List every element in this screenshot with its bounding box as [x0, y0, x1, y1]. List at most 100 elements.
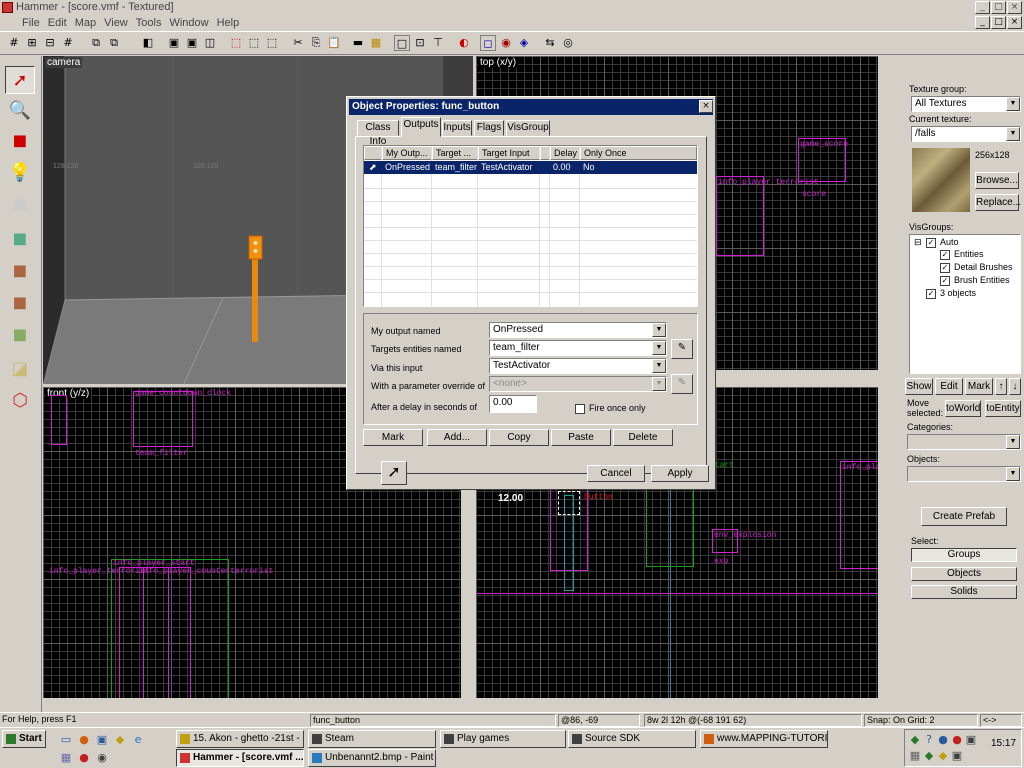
- visgroup-objects-check[interactable]: ✓: [926, 289, 936, 299]
- cut-icon[interactable]: ✂: [290, 35, 306, 51]
- visgroup-down-button[interactable]: ↓: [1009, 378, 1021, 395]
- quick-hide-icon[interactable]: ◫: [202, 35, 218, 51]
- col-header-delay[interactable]: Delay: [550, 146, 580, 160]
- mark-button[interactable]: Mark: [363, 429, 423, 446]
- texture-tool-icon[interactable]: ◼: [5, 224, 35, 252]
- task-steam[interactable]: Steam: [308, 730, 436, 748]
- ie-icon[interactable]: e: [130, 732, 146, 748]
- output-named-select[interactable]: OnPressed ▼: [489, 322, 667, 338]
- menu-view[interactable]: View: [104, 17, 128, 29]
- side-horizontal-scrollbar[interactable]: [476, 698, 890, 710]
- outputs-list[interactable]: My Outp... Target ... Target Input Delay…: [363, 145, 698, 307]
- dialog-close-button[interactable]: ×: [699, 100, 713, 113]
- apply-button[interactable]: Apply: [651, 465, 709, 482]
- texture-lock-icon[interactable]: ◧: [140, 35, 156, 51]
- task-source-sdk[interactable]: Source SDK: [568, 730, 696, 748]
- side-spawn-entity[interactable]: [840, 461, 880, 569]
- visgroup-entities-check[interactable]: ✓: [940, 250, 950, 260]
- flip-icon[interactable]: ◐: [456, 35, 472, 51]
- apply-texture-icon[interactable]: ◼: [5, 256, 35, 284]
- front-spawn-ct[interactable]: [143, 567, 191, 698]
- run-map-icon[interactable]: ◎: [560, 35, 576, 51]
- unhide-icon[interactable]: ▣: [184, 35, 200, 51]
- tab-flags[interactable]: Flags: [474, 120, 504, 136]
- task-akon[interactable]: 15. Akon - ghetto -21st - ...: [176, 730, 304, 748]
- texture-app-icon[interactable]: ▦: [368, 35, 384, 51]
- carve-icon[interactable]: ⧉: [88, 35, 104, 51]
- grid-icon[interactable]: #: [6, 35, 22, 51]
- col-header-input[interactable]: Target Input: [478, 146, 540, 160]
- doc-restore-button[interactable]: □: [991, 16, 1006, 29]
- tab-outputs[interactable]: Outputs: [401, 117, 441, 137]
- quicklaunch-icon-8[interactable]: ◉: [94, 750, 110, 766]
- clip-tool-icon[interactable]: ◪: [5, 354, 35, 382]
- visgroup-detail-check[interactable]: ✓: [940, 263, 950, 273]
- explorer-icon[interactable]: ▣: [94, 732, 110, 748]
- smartedit-icon[interactable]: ➚: [381, 461, 407, 485]
- visgroup-up-button[interactable]: ↑: [995, 378, 1007, 395]
- side-vertical-scrollbar[interactable]: [878, 387, 890, 698]
- overlay-tool-icon[interactable]: ◼: [5, 320, 35, 348]
- copy-button[interactable]: Copy: [489, 429, 549, 446]
- menu-file[interactable]: File: [22, 17, 40, 29]
- task-mapping-tutorial[interactable]: www.MAPPING-TUTORIA...: [700, 730, 828, 748]
- task-paint[interactable]: Unbenannt2.bmp - Paint: [308, 749, 436, 767]
- grid-smaller-icon[interactable]: ⊞: [24, 35, 40, 51]
- menu-tools[interactable]: Tools: [136, 17, 162, 29]
- show-desktop-icon[interactable]: ▭: [58, 732, 74, 748]
- create-prefab-button[interactable]: Create Prefab: [921, 507, 1007, 526]
- tools-icon[interactable]: ⊤: [430, 35, 446, 51]
- replace-button[interactable]: Replace...: [975, 194, 1021, 211]
- doc-close-button[interactable]: ×: [1007, 16, 1022, 29]
- fire-once-checkbox[interactable]: [575, 404, 585, 414]
- to-entity-button[interactable]: toEntity: [985, 400, 1021, 417]
- side-brush[interactable]: [646, 487, 694, 567]
- col-header-output[interactable]: My Outp...: [382, 146, 432, 160]
- winamp-icon[interactable]: ◆: [112, 732, 128, 748]
- browse-button[interactable]: Browse...: [975, 172, 1019, 189]
- paste-icon[interactable]: 📋: [326, 35, 342, 51]
- grid-toggle-icon[interactable]: #: [60, 35, 76, 51]
- firefox-icon[interactable]: ●: [76, 732, 92, 748]
- menu-edit[interactable]: Edit: [48, 17, 67, 29]
- maximize-button[interactable]: □: [991, 1, 1006, 14]
- magnify-tool-icon[interactable]: 🔍: [5, 96, 35, 124]
- select-groups-button[interactable]: Groups: [911, 548, 1017, 562]
- eyedropper-target-icon[interactable]: ✎: [671, 339, 693, 359]
- quicklaunch-icon-7[interactable]: ●: [76, 750, 92, 766]
- map-info-icon[interactable]: ⇆: [542, 35, 558, 51]
- quicklaunch-icon-6[interactable]: ▦: [58, 750, 74, 766]
- entity-report-icon[interactable]: ◉: [498, 35, 514, 51]
- cancel-button[interactable]: Cancel: [587, 465, 645, 482]
- tray-icon-9[interactable]: ▣: [949, 748, 965, 764]
- texture-group-select[interactable]: All Textures ▼: [911, 96, 1021, 112]
- front-entity-left[interactable]: [51, 395, 67, 445]
- solid-icon[interactable]: ▬: [350, 35, 366, 51]
- decal-tool-icon[interactable]: ◼: [5, 288, 35, 316]
- cordon-icon[interactable]: ⬚: [228, 35, 244, 51]
- paste-button[interactable]: Paste: [551, 429, 611, 446]
- add-button[interactable]: Add...: [427, 429, 487, 446]
- close-button[interactable]: ×: [1007, 1, 1022, 14]
- cordon-edit-icon[interactable]: ⬚: [246, 35, 262, 51]
- col-header-once[interactable]: Only Once: [580, 146, 697, 160]
- visgroup-show-button[interactable]: Show: [905, 378, 933, 395]
- group-icon[interactable]: ⧉: [106, 35, 122, 51]
- to-world-button[interactable]: toWorld: [945, 400, 981, 417]
- targets-select[interactable]: team_filter ▼: [489, 340, 667, 356]
- via-input-select[interactable]: TestActivator ▼: [489, 358, 667, 374]
- copy-icon[interactable]: ⎘: [308, 35, 324, 51]
- eyedropper-param-icon[interactable]: ✎: [671, 374, 693, 394]
- camera-tool-icon[interactable]: ◼: [5, 126, 35, 154]
- select-objects-icon[interactable]: ⊡: [412, 35, 428, 51]
- terrorist-spawn-entity[interactable]: [716, 176, 764, 256]
- col-header-icon[interactable]: [364, 146, 382, 160]
- objects-select[interactable]: ▼: [907, 466, 1021, 482]
- tab-inputs[interactable]: Inputs: [442, 120, 472, 136]
- visgroup-auto-check[interactable]: ✓: [926, 238, 936, 248]
- categories-select[interactable]: ▼: [907, 434, 1021, 450]
- start-button[interactable]: Start: [2, 730, 46, 748]
- menu-map[interactable]: Map: [75, 17, 96, 29]
- task-hammer[interactable]: Hammer - [score.vmf ...: [176, 749, 304, 767]
- select-objects-button[interactable]: Objects: [911, 567, 1017, 581]
